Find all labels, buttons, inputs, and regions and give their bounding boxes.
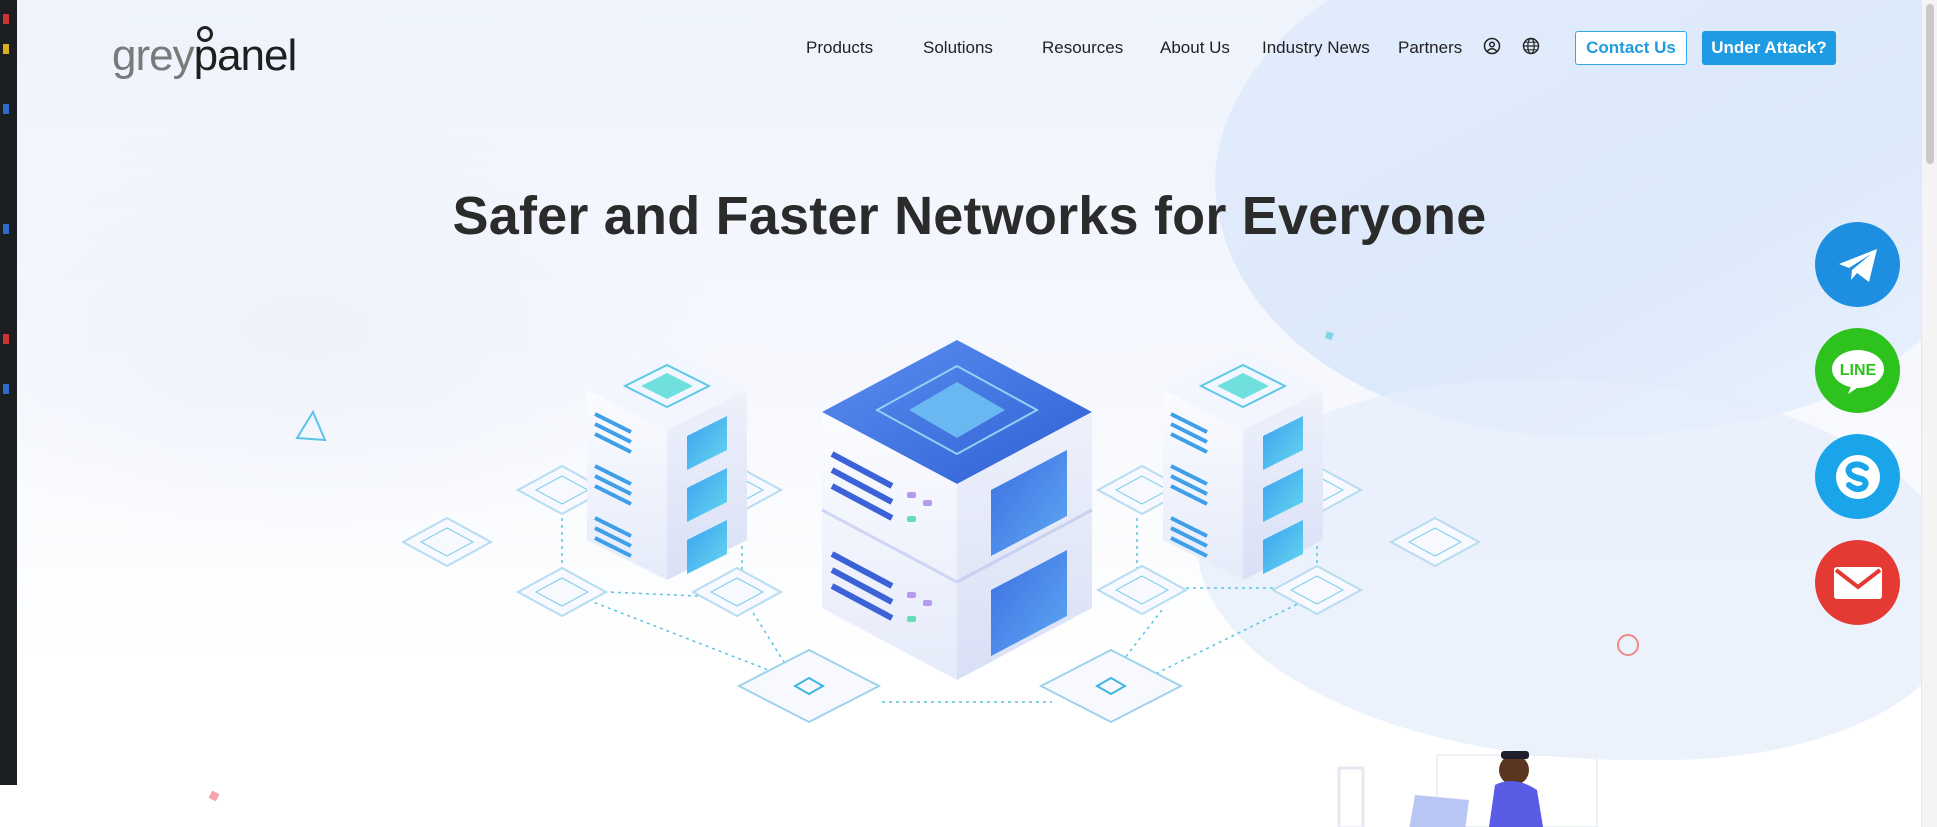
server-stack-right bbox=[1163, 350, 1323, 580]
server-main bbox=[821, 340, 1093, 680]
scrollbar-thumb[interactable] bbox=[1926, 4, 1934, 164]
email-icon bbox=[1833, 566, 1882, 599]
square-decoration bbox=[1324, 331, 1334, 341]
square-decoration bbox=[208, 790, 220, 802]
email-button[interactable] bbox=[1815, 540, 1900, 625]
landing-page: grey panel Products Solutions Resources … bbox=[17, 0, 1922, 827]
triangle-decoration bbox=[295, 409, 327, 442]
line-button[interactable]: LINE bbox=[1815, 328, 1900, 413]
server-stack-left bbox=[587, 350, 747, 580]
circle-decoration bbox=[1617, 634, 1639, 656]
skype-icon bbox=[1835, 454, 1880, 499]
telegram-button[interactable] bbox=[1815, 222, 1900, 307]
skype-button[interactable] bbox=[1815, 434, 1900, 519]
hero-server-illustration bbox=[208, 331, 1639, 827]
line-label: LINE bbox=[1839, 362, 1876, 379]
window-edge-strip bbox=[0, 0, 17, 785]
line-icon: LINE bbox=[1831, 349, 1884, 394]
person-illustration bbox=[1337, 751, 1598, 827]
telegram-icon bbox=[1838, 248, 1877, 282]
scrollbar[interactable] bbox=[1921, 0, 1937, 827]
